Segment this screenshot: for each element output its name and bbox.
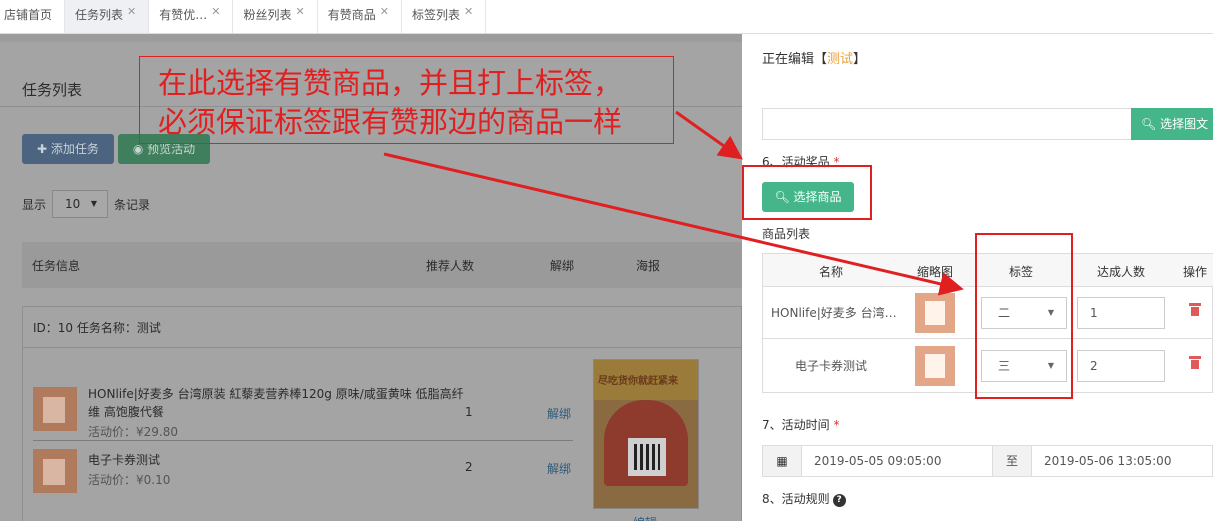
- chevron-down-icon: ▼: [90, 199, 98, 208]
- show-suffix: 条记录: [114, 197, 151, 212]
- add-task-button[interactable]: ✚ 添加任务: [22, 134, 114, 164]
- annotation-line-1: 在此选择有赞商品，并且打上标签，: [158, 66, 623, 100]
- referral-count: 2: [465, 460, 473, 474]
- tab-fans-list[interactable]: 粉丝列表 ✕: [233, 0, 318, 33]
- tab-label: 任务列表: [75, 8, 124, 22]
- col-action: 操作: [1183, 265, 1208, 279]
- page-size-select[interactable]: 10 ▼: [52, 190, 109, 218]
- search-icon: 🔍︎: [774, 190, 790, 204]
- goods-thumbnail: [915, 346, 955, 386]
- label-text: 8、活动规则: [762, 492, 830, 506]
- tab-label: 有赞商品: [327, 8, 376, 22]
- referral-count: 1: [465, 405, 473, 419]
- tab-task-list[interactable]: 任务列表 ✕: [65, 0, 150, 33]
- button-label: 选择商品: [793, 190, 842, 204]
- page-title: 任务列表: [22, 81, 83, 99]
- page-size-value: 10: [65, 197, 81, 211]
- table-header: 任务信息 推荐人数 解绑 海报: [22, 242, 742, 288]
- page-size-row: 显示 10 ▼ 条记录: [22, 190, 150, 218]
- divider: [33, 440, 573, 441]
- image-text-input[interactable]: [762, 108, 1132, 140]
- edit-link[interactable]: 编辑: [633, 514, 657, 521]
- start-time-input[interactable]: 2019-05-05 09:05:00: [801, 445, 993, 477]
- qr-code: [628, 438, 666, 476]
- goods-list-label: 商品列表: [762, 227, 811, 241]
- col-unbind: 解绑: [550, 259, 575, 273]
- goods-thumbnail: [915, 293, 955, 333]
- editing-title: 正在编辑【测试】: [762, 48, 866, 67]
- target-count-input[interactable]: 2: [1077, 350, 1165, 382]
- goods-name: HONlife|好麦多 台湾原装 紅藜麦营养棒: [771, 306, 901, 320]
- tab-label: 有赞优…: [159, 8, 208, 22]
- editing-name: 测试: [827, 52, 854, 67]
- product-name: 电子卡券测试: [88, 453, 161, 467]
- required-mark: *: [833, 418, 840, 432]
- to-label: 至: [992, 445, 1032, 477]
- col-target: 达成人数: [1097, 265, 1146, 279]
- select-goods-button[interactable]: 🔍︎ 选择商品: [762, 182, 854, 212]
- target-value: 1: [1090, 306, 1098, 320]
- unbind-link[interactable]: 解绑: [547, 460, 571, 477]
- task-row: ID：10 任务名称：测试 HONlife|好麦多 台湾原装 紅藜麦营养棒120…: [22, 306, 742, 521]
- search-icon: 🔍︎: [1141, 117, 1157, 131]
- close-icon[interactable]: ✕: [211, 5, 220, 18]
- trash-icon[interactable]: [1189, 303, 1201, 317]
- end-time-input[interactable]: 2019-05-06 13:05:00: [1031, 445, 1213, 477]
- show-prefix: 显示: [22, 197, 47, 212]
- col-thumbnail: 缩略图: [917, 265, 954, 279]
- poster-header: 尽吃货你就赶紧来: [594, 360, 698, 400]
- tab-youzan-coupon[interactable]: 有赞优… ✕: [149, 0, 234, 33]
- poster-text: 尽吃货你就赶紧来: [598, 376, 678, 387]
- tab-label: 标签列表: [411, 8, 460, 22]
- tab-youzan-goods[interactable]: 有赞商品 ✕: [318, 0, 402, 33]
- close-icon[interactable]: ✕: [464, 5, 473, 18]
- product-price: 活动价：¥0.10: [88, 473, 171, 487]
- tab-label: 店铺首页: [4, 8, 53, 22]
- tab-shop-home[interactable]: 店铺首页: [0, 0, 66, 33]
- product-thumbnail: [33, 449, 77, 493]
- target-value: 2: [1090, 359, 1098, 373]
- col-referrals: 推荐人数: [426, 259, 475, 273]
- rules-label: 8、活动规则?: [762, 490, 846, 507]
- task-id-line: ID：10 任务名称：测试: [33, 321, 161, 335]
- eye-icon: ◉: [132, 142, 144, 156]
- product-price: 活动价：¥29.80: [88, 425, 178, 439]
- edit-panel: 正在编辑【测试】 🔍︎ 选择图文 6、活动奖品 * 🔍︎ 选择商品 商品列表 名…: [742, 34, 1213, 521]
- product-name: HONlife|好麦多 台湾原装 紅藜麦营养棒120g 原味/咸蛋黄味 低脂高纤…: [88, 387, 464, 419]
- annotation-box: 在此选择有赞商品，并且打上标签， 必须保证标签跟有赞那边的商品一样: [139, 56, 674, 144]
- label-text: 7、活动时间: [762, 418, 830, 432]
- tab-label: 粉丝列表: [243, 8, 292, 22]
- trash-icon[interactable]: [1189, 356, 1201, 370]
- col-name: 名称: [819, 265, 844, 279]
- help-icon[interactable]: ?: [832, 494, 846, 507]
- editing-suffix: 】: [853, 52, 867, 67]
- col-task-info: 任务信息: [32, 259, 81, 273]
- button-label: 预览活动: [147, 142, 196, 156]
- tab-tag-list[interactable]: 标签列表 ✕: [402, 0, 487, 33]
- annotation-line-2: 必须保证标签跟有赞那边的商品一样: [158, 105, 623, 139]
- divider: [23, 347, 742, 348]
- highlight-box-tag-column: [975, 233, 1073, 399]
- select-image-text-button[interactable]: 🔍︎ 选择图文: [1131, 108, 1213, 140]
- poster-image[interactable]: 尽吃货你就赶紧来: [593, 359, 699, 509]
- editing-prefix: 正在编辑【: [762, 52, 828, 67]
- close-icon[interactable]: ✕: [380, 5, 389, 18]
- time-label: 7、活动时间 *: [762, 416, 839, 433]
- unbind-link[interactable]: 解绑: [547, 405, 571, 422]
- button-label: 添加任务: [50, 142, 99, 156]
- close-icon[interactable]: ✕: [296, 5, 305, 18]
- button-label: 选择图文: [1160, 117, 1209, 131]
- target-count-input[interactable]: 1: [1077, 297, 1165, 329]
- goods-name: 电子卡券测试: [795, 359, 868, 373]
- col-poster: 海报: [636, 259, 661, 273]
- calendar-icon[interactable]: ▦: [762, 445, 802, 477]
- tab-bar: 店铺首页 任务列表 ✕ 有赞优… ✕ 粉丝列表 ✕ 有赞商品 ✕ 标签列表 ✕: [0, 0, 1213, 34]
- product-thumbnail: [33, 387, 77, 431]
- close-icon[interactable]: ✕: [127, 5, 136, 18]
